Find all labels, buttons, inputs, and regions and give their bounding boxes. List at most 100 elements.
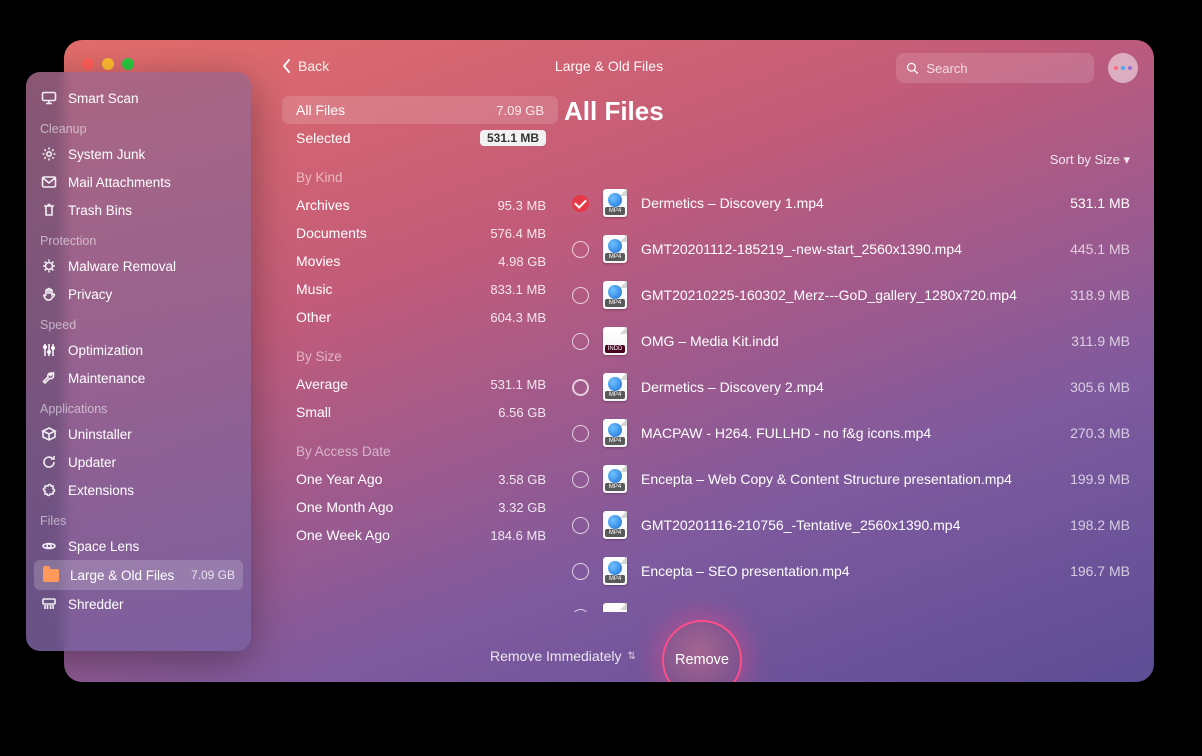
category-access[interactable]: One Week Ago184.6 MB <box>278 521 564 549</box>
category-access[interactable]: One Year Ago3.58 GB <box>278 465 564 493</box>
file-checkbox[interactable] <box>572 241 589 258</box>
file-size: 199.9 MB <box>1040 471 1130 487</box>
remove-mode-label: Remove Immediately <box>490 648 622 664</box>
file-name: Poor Charlie Almanack.pdf <box>641 609 1026 612</box>
file-row[interactable]: MP4GMT20201116-210756_-Tentative_2560x13… <box>564 502 1138 548</box>
category-label: Music <box>296 281 333 297</box>
sidebar-header-protection: Protection <box>26 224 251 252</box>
wrench-icon <box>40 369 58 387</box>
sort-label: Sort by Size <box>1050 152 1120 167</box>
category-kind[interactable]: Movies4.98 GB <box>278 247 564 275</box>
main-heading: All Files <box>564 96 1138 127</box>
category-kind[interactable]: Archives95.3 MB <box>278 191 564 219</box>
chevron-down-icon: ▾ <box>1123 152 1130 167</box>
category-label: All Files <box>296 102 345 118</box>
sidebar-item-privacy[interactable]: Privacy <box>26 280 251 308</box>
gear-icon <box>40 145 58 163</box>
category-label: Other <box>296 309 331 325</box>
sidebar-item-optimization[interactable]: Optimization <box>26 336 251 364</box>
sidebar-item-malware-removal[interactable]: Malware Removal <box>26 252 251 280</box>
file-row[interactable]: MP4Encepta – Web Copy & Content Structur… <box>564 456 1138 502</box>
file-checkbox[interactable] <box>572 471 589 488</box>
sidebar-header-applications: Applications <box>26 392 251 420</box>
file-row[interactable]: PDFPoor Charlie Almanack.pdf184.6 MB <box>564 594 1138 612</box>
file-size: 270.3 MB <box>1040 425 1130 441</box>
file-row[interactable]: MP4Encepta – SEO presentation.mp4196.7 M… <box>564 548 1138 594</box>
file-row[interactable]: INDDOMG – Media Kit.indd311.9 MB <box>564 318 1138 364</box>
hand-icon <box>40 285 58 303</box>
app-menu-button[interactable] <box>1108 53 1138 83</box>
back-button[interactable]: Back <box>282 58 329 74</box>
sidebar-item-extensions[interactable]: Extensions <box>26 476 251 504</box>
file-row[interactable]: MP4GMT20201112-185219_-new-start_2560x13… <box>564 226 1138 272</box>
sidebar-item-smart-scan[interactable]: Smart Scan <box>26 84 251 112</box>
file-checkbox[interactable] <box>572 333 589 350</box>
category-kind[interactable]: Music 833.1 MB <box>278 275 564 303</box>
file-type-icon: INDD <box>603 327 627 355</box>
file-type-icon: MP4 <box>603 419 627 447</box>
file-checkbox[interactable] <box>572 517 589 534</box>
file-checkbox[interactable] <box>572 425 589 442</box>
file-checkbox[interactable] <box>572 563 589 580</box>
file-size: 198.2 MB <box>1040 517 1130 533</box>
sidebar-item-maintenance[interactable]: Maintenance <box>26 364 251 392</box>
file-checkbox[interactable] <box>572 379 589 396</box>
file-checkbox[interactable] <box>572 195 589 212</box>
sidebar-header-files: Files <box>26 504 251 532</box>
category-selected[interactable]: Selected 531.1 MB <box>278 124 564 152</box>
file-name: Dermetics – Discovery 2.mp4 <box>641 379 1026 395</box>
updown-icon: ⇅ <box>628 651 636 662</box>
category-size[interactable]: Average531.1 MB <box>278 370 564 398</box>
sidebar-item-label: Large & Old Files <box>70 568 174 583</box>
sidebar: Smart Scan Cleanup System Junk Mail Atta… <box>26 72 251 651</box>
file-name: Encepta – SEO presentation.mp4 <box>641 563 1026 579</box>
sidebar-item-label: Mail Attachments <box>68 175 171 190</box>
sidebar-item-system-junk[interactable]: System Junk <box>26 140 251 168</box>
search-input[interactable] <box>926 61 1084 76</box>
sidebar-item-uninstaller[interactable]: Uninstaller <box>26 420 251 448</box>
category-value: 531.1 MB <box>480 130 546 146</box>
file-size: 445.1 MB <box>1040 241 1130 257</box>
category-all-files[interactable]: All Files 7.09 GB <box>282 96 558 124</box>
file-type-icon: MP4 <box>603 373 627 401</box>
file-size: 531.1 MB <box>1040 195 1130 211</box>
file-row[interactable]: MP4Dermetics – Discovery 1.mp4531.1 MB <box>564 180 1138 226</box>
file-list: MP4Dermetics – Discovery 1.mp4531.1 MBMP… <box>564 180 1138 612</box>
sort-menu[interactable]: Sort by Size ▾ <box>1050 152 1130 168</box>
sidebar-item-trash-bins[interactable]: Trash Bins <box>26 196 251 224</box>
file-row[interactable]: MP4GMT20210225-160302_Merz---GoD_gallery… <box>564 272 1138 318</box>
sidebar-item-space-lens[interactable]: Space Lens <box>26 532 251 560</box>
file-name: MACPAW - H264. FULLHD - no f&g icons.mp4 <box>641 425 1026 441</box>
box-icon <box>40 425 58 443</box>
sidebar-header-cleanup: Cleanup <box>26 112 251 140</box>
sidebar-item-label: Privacy <box>68 287 112 302</box>
file-checkbox[interactable] <box>572 287 589 304</box>
file-row[interactable]: MP4Dermetics – Discovery 2.mp4305.6 MB <box>564 364 1138 410</box>
category-value: 576.4 MB <box>490 226 546 241</box>
category-value: 833.1 MB <box>490 282 546 297</box>
sidebar-item-shredder[interactable]: Shredder <box>26 590 251 618</box>
sidebar-item-label: Maintenance <box>68 371 145 386</box>
sidebar-item-large-old-files[interactable]: Large & Old Files 7.09 GB <box>34 560 243 590</box>
search-icon <box>906 61 918 75</box>
category-label: Average <box>296 376 348 392</box>
sidebar-item-label: Updater <box>68 455 116 470</box>
category-kind[interactable]: Documents 576.4 MB <box>278 219 564 247</box>
category-label: Documents <box>296 225 367 241</box>
category-kind[interactable]: Other604.3 MB <box>278 303 564 331</box>
remove-button[interactable]: Remove <box>662 620 742 682</box>
file-checkbox[interactable] <box>572 609 589 613</box>
shredder-icon <box>40 595 58 613</box>
file-name: OMG – Media Kit.indd <box>641 333 1026 349</box>
sidebar-item-updater[interactable]: Updater <box>26 448 251 476</box>
file-type-icon: PDF <box>603 603 627 612</box>
category-access[interactable]: One Month Ago3.32 GB <box>278 493 564 521</box>
file-row[interactable]: MP4 MACPAW - H264. FULLHD - no f&g icons.… <box>564 410 1138 456</box>
search-box[interactable] <box>896 53 1094 83</box>
category-value: 184.6 MB <box>490 528 546 543</box>
category-label: Movies <box>296 253 340 269</box>
sidebar-item-mail-attachments[interactable]: Mail Attachments <box>26 168 251 196</box>
remove-mode-selector[interactable]: Remove Immediately ⇅ <box>490 648 636 664</box>
section-header-by-kind: By Kind <box>278 152 564 191</box>
category-size[interactable]: Small6.56 GB <box>278 398 564 426</box>
